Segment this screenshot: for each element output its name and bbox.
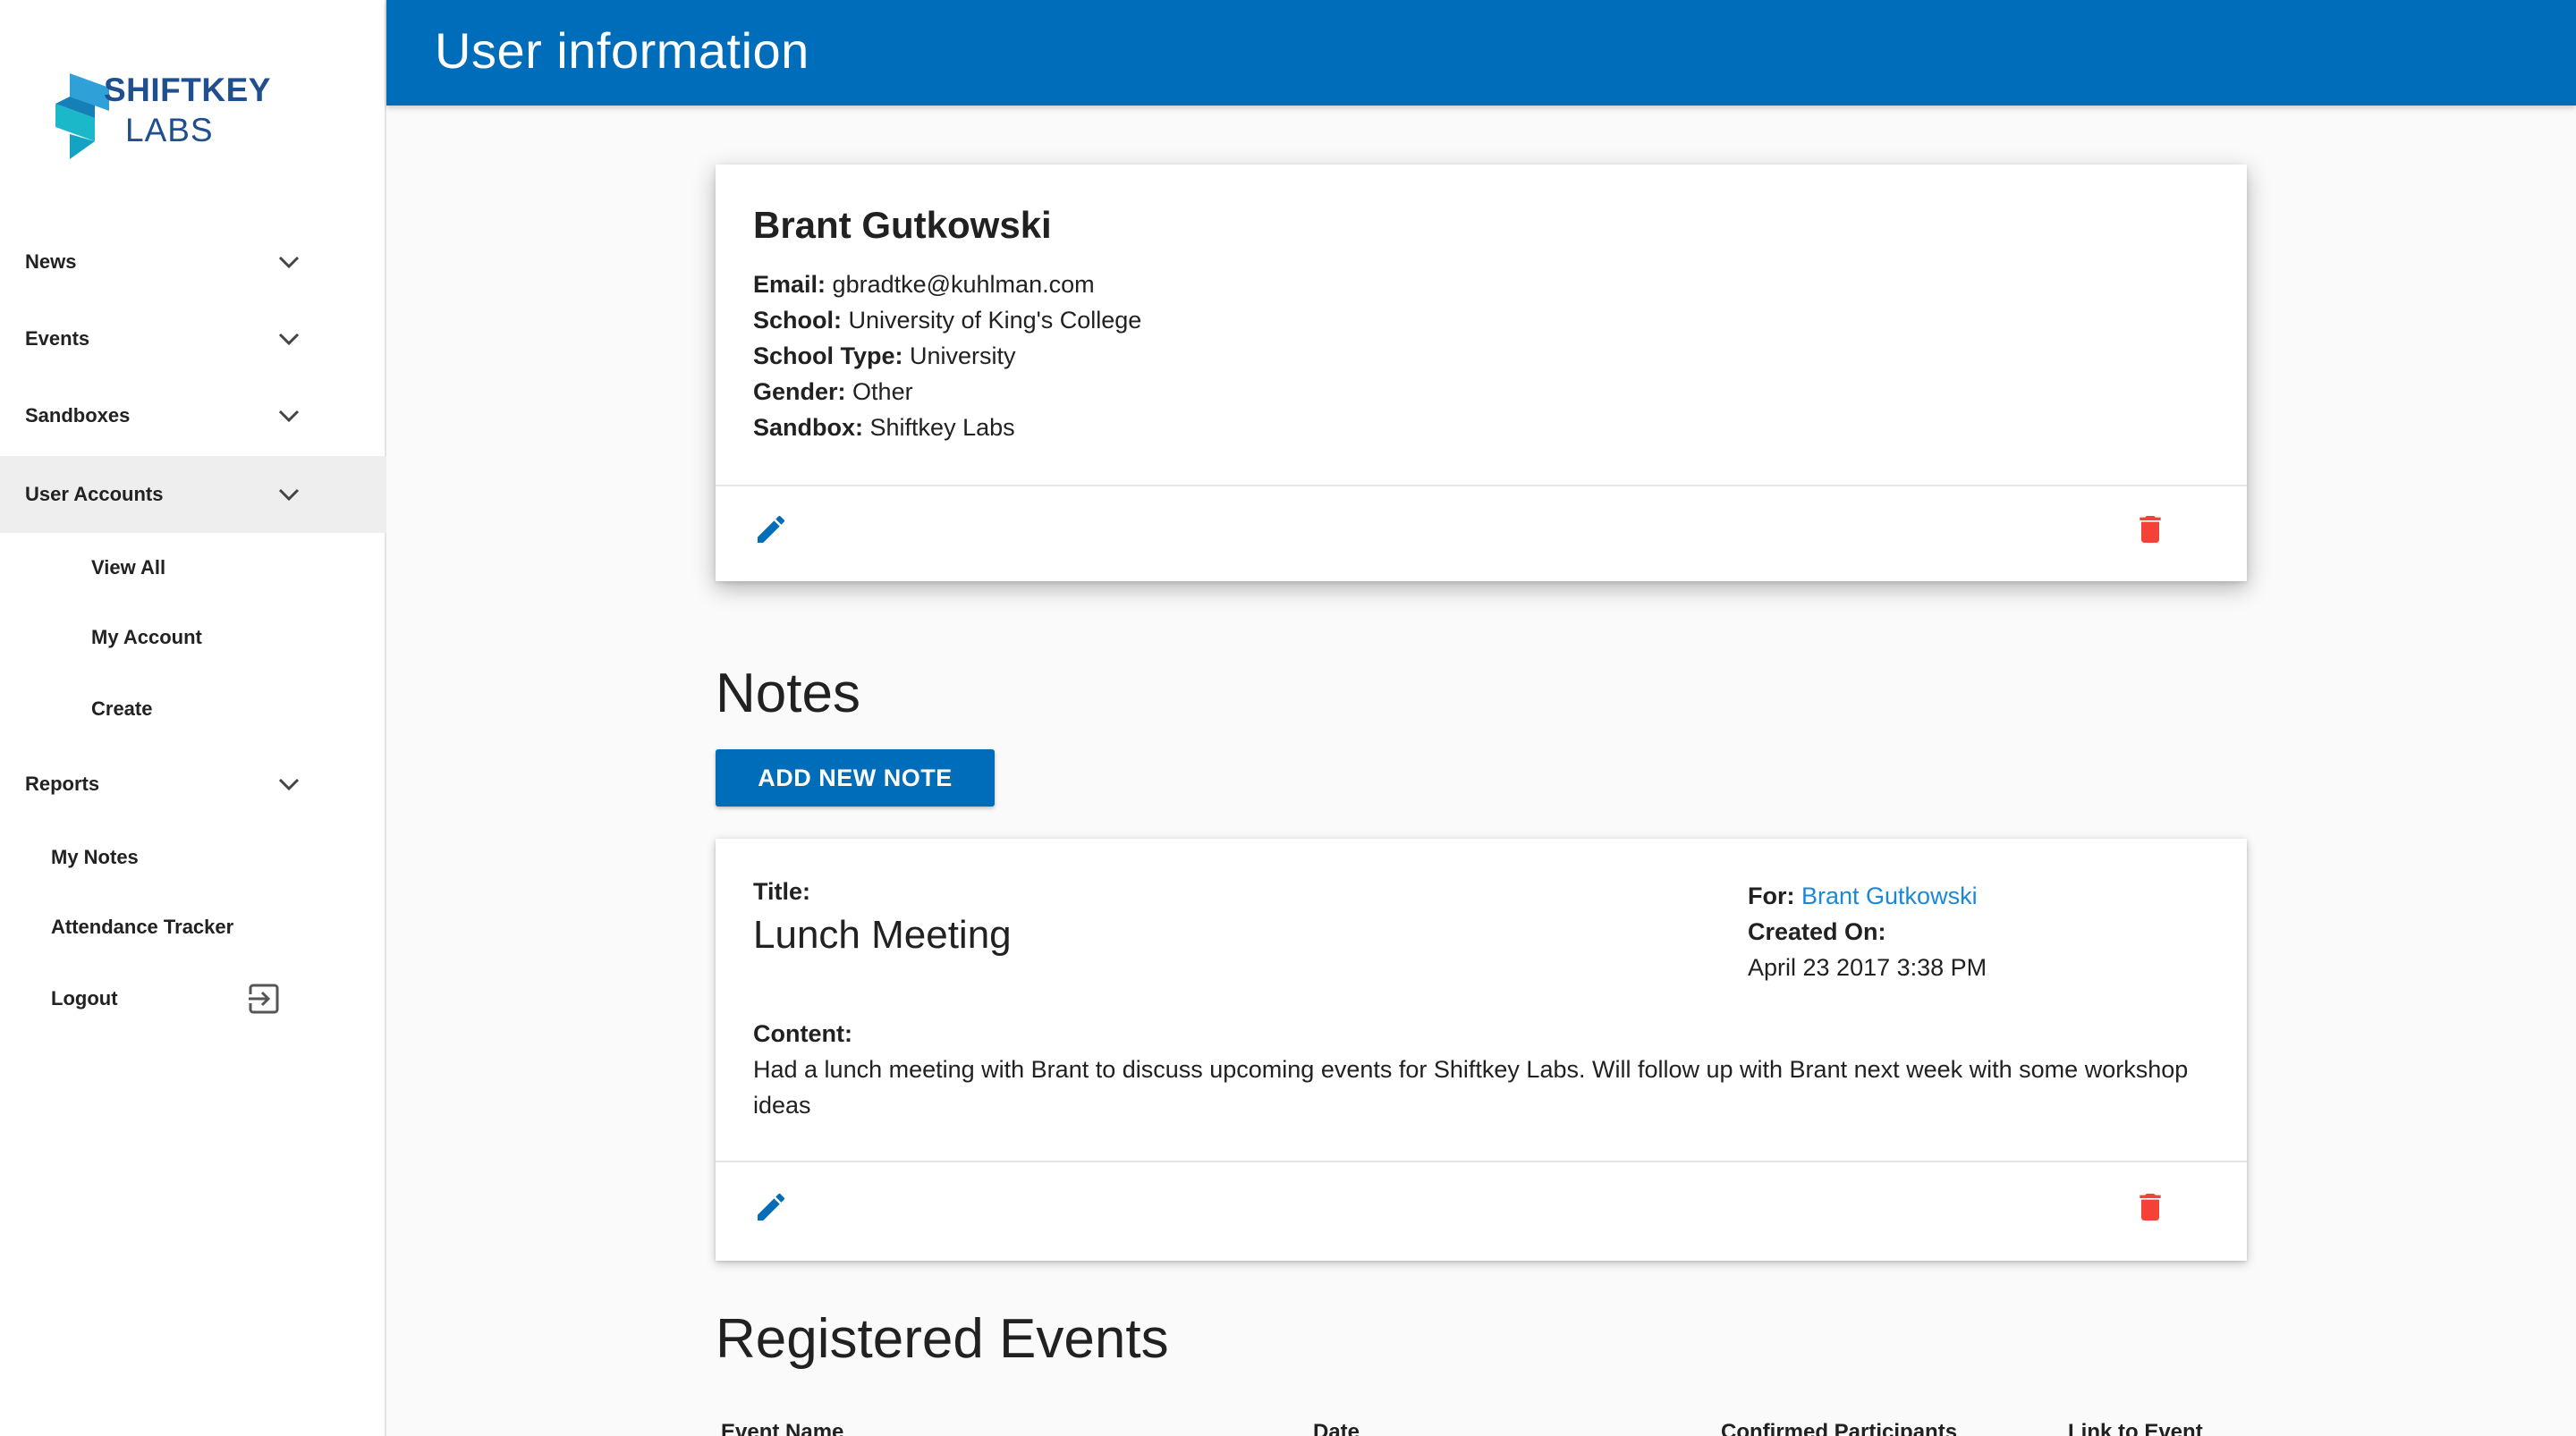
note-content-line: Had a lunch meeting with Brant to discus… <box>753 1056 2189 1083</box>
user-info-card: Brant Gutkowski Email: gbradtke@kuhlman.… <box>716 165 2247 581</box>
note-title: Lunch Meeting <box>753 913 1012 957</box>
sidebar-item-reports[interactable]: Reports <box>0 746 386 823</box>
sidebar-item-logout[interactable]: Logout <box>0 960 386 1037</box>
sidebar-item-user-accounts[interactable]: User Accounts <box>0 456 386 533</box>
note-created-date: April 23 2017 3:38 PM <box>1748 954 1987 981</box>
sidebar-item-label: User Accounts <box>25 483 164 505</box>
logo-text-primary: SHIFTKEY <box>104 72 271 108</box>
user-email-row: Email: gbradtke@kuhlman.com <box>753 266 1141 302</box>
sidebar-item-label: Create <box>91 697 153 720</box>
user-name: Brant Gutkowski <box>753 204 1052 246</box>
field-label: School: <box>753 307 842 334</box>
sidebar-item-view-all[interactable]: View All <box>0 529 386 606</box>
sidebar-item-label: Logout <box>51 987 118 1009</box>
column-header-confirmed-participants[interactable]: Confirmed Participants <box>1721 1420 1957 1436</box>
column-header-event-name[interactable]: Event Name <box>721 1420 843 1436</box>
field-label: School Type: <box>753 342 903 369</box>
note-title-block: Title: Lunch Meeting <box>753 878 1012 958</box>
user-school: University of King's College <box>848 307 1142 334</box>
sidebar-item-sandboxes[interactable]: Sandboxes <box>0 377 386 454</box>
chevron-down-icon <box>278 488 300 502</box>
delete-note-icon[interactable] <box>2132 1189 2168 1225</box>
note-title-label: Title: <box>753 878 811 905</box>
sidebar-item-label: Sandboxes <box>25 404 131 427</box>
sidebar-item-my-account[interactable]: My Account <box>0 599 386 676</box>
sidebar-item-label: Attendance Tracker <box>51 916 234 938</box>
user-email: gbradtke@kuhlman.com <box>832 271 1095 298</box>
note-card: Title: Lunch Meeting For: Brant Gutkowsk… <box>716 839 2247 1261</box>
app-header: User information <box>386 0 2576 106</box>
user-sandbox-row: Sandbox: Shiftkey Labs <box>753 410 1141 445</box>
chevron-down-icon <box>278 778 300 791</box>
column-header-link-to-event[interactable]: Link to Event <box>2068 1420 2203 1436</box>
sidebar-item-attendance-tracker[interactable]: Attendance Tracker <box>0 889 386 966</box>
chevron-down-icon <box>278 333 300 346</box>
notes-heading: Notes <box>716 663 860 724</box>
card-divider <box>716 485 2247 486</box>
note-content-label: Content: <box>753 1020 852 1047</box>
shiftkey-labs-logo[interactable]: SHIFTKEY LABS <box>54 70 286 163</box>
sidebar-item-label: News <box>25 250 77 273</box>
sidebar-item-label: Reports <box>25 773 100 795</box>
add-new-note-button[interactable]: ADD NEW NOTE <box>716 749 995 807</box>
edit-note-icon[interactable] <box>753 1189 789 1225</box>
registered-events-heading: Registered Events <box>716 1308 1169 1370</box>
user-details: Email: gbradtke@kuhlman.com School: Univ… <box>753 266 1141 445</box>
user-school-type: University <box>910 342 1016 369</box>
field-label: Gender: <box>753 378 846 405</box>
edit-user-icon[interactable] <box>753 511 789 547</box>
sidebar-item-my-notes[interactable]: My Notes <box>0 819 386 896</box>
sidebar: SHIFTKEY LABS News Events Sandboxes User… <box>0 0 386 1436</box>
field-label: Email: <box>753 271 826 298</box>
field-label: Sandbox: <box>753 414 864 441</box>
sidebar-item-news[interactable]: News <box>0 224 386 300</box>
sidebar-item-events[interactable]: Events <box>0 300 386 377</box>
sidebar-item-create[interactable]: Create <box>0 671 386 748</box>
sidebar-item-label: Events <box>25 327 90 350</box>
logout-icon <box>247 984 279 1014</box>
user-school-type-row: School Type: University <box>753 338 1141 374</box>
column-header-date[interactable]: Date <box>1313 1420 1360 1436</box>
page-title: User information <box>435 22 809 79</box>
logo-text-secondary: LABS <box>125 112 214 148</box>
logo-mark-icon <box>55 73 109 159</box>
delete-user-icon[interactable] <box>2132 511 2168 547</box>
card-divider <box>716 1161 2247 1162</box>
note-created-label: Created On: <box>1748 918 1886 945</box>
sidebar-item-label: My Notes <box>51 846 139 868</box>
note-for-link[interactable]: Brant Gutkowski <box>1801 883 1978 909</box>
note-meta: For: Brant Gutkowski Created On: April 2… <box>1748 878 1987 985</box>
user-sandbox: Shiftkey Labs <box>869 414 1015 441</box>
sidebar-item-label: View All <box>91 556 166 579</box>
chevron-down-icon <box>278 410 300 423</box>
sidebar-item-label: My Account <box>91 626 202 648</box>
user-gender-row: Gender: Other <box>753 374 1141 410</box>
note-content-block: Content: Had a lunch meeting with Brant … <box>753 1016 2220 1123</box>
note-for-row: For: Brant Gutkowski <box>1748 878 1987 914</box>
user-gender: Other <box>852 378 913 405</box>
user-school-row: School: University of King's College <box>753 302 1141 338</box>
note-content-line: ideas <box>753 1092 811 1119</box>
note-for-label: For: <box>1748 883 1795 909</box>
chevron-down-icon <box>278 256 300 269</box>
